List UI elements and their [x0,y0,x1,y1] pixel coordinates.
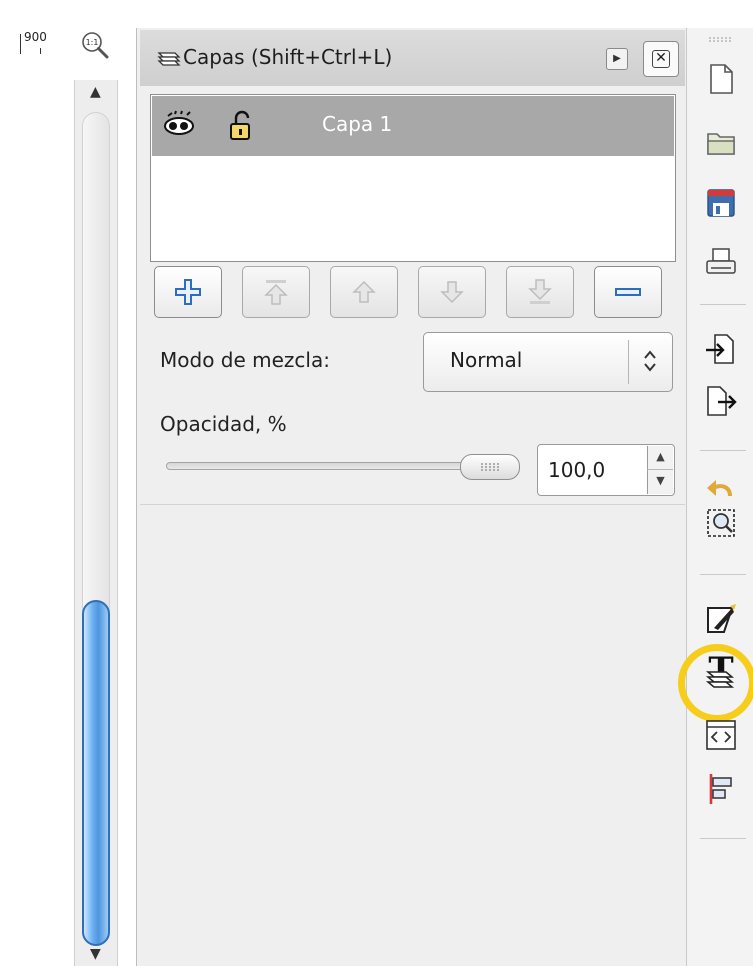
blend-mode-value[interactable]: Normal [450,348,522,372]
opacity-value[interactable]: 100,0 [548,458,605,482]
add-layer-button[interactable] [154,266,222,318]
remove-layer-button[interactable] [594,266,662,318]
scroll-down-arrow-icon[interactable]: ▼ [90,946,101,962]
toolbar-separator [700,304,746,305]
spin-down-icon[interactable]: ▼ [647,470,673,494]
spin-up-icon[interactable]: ▲ [647,446,673,470]
toolbar-separator [700,450,746,451]
select-divider [628,340,629,384]
xml-editor-icon[interactable] [702,716,740,754]
toolbar-separator [700,838,746,839]
play-icon: ▶ [613,53,621,64]
ruler-line [20,34,21,54]
opacity-label: Opacidad, % [160,412,287,436]
layers-icon [157,52,181,66]
new-document-icon[interactable] [702,60,740,98]
chevron-up-down-icon[interactable] [642,348,658,374]
arrow-down-icon [440,281,464,304]
toolbar-grip-icon[interactable] [708,36,732,42]
eye-icon[interactable] [162,110,198,138]
raise-to-top-icon [264,280,288,305]
lower-layer-button[interactable] [418,266,486,318]
zoom-label: 1:1 [86,38,99,47]
arrow-up-icon [352,280,376,303]
minus-icon [615,288,641,296]
layer-name: Capa 1 [322,112,393,136]
highlight-ring [678,644,753,722]
print-icon[interactable] [702,244,740,282]
slider-grip-icon [481,463,499,471]
import-icon[interactable] [702,330,740,368]
unlock-icon[interactable] [228,110,254,142]
blend-mode-label: Modo de mezcla: [160,348,330,372]
ruler-label: 900 [24,30,47,44]
panel-title: Capas (Shift+Ctrl+L) [183,45,393,69]
raise-layer-button[interactable] [330,266,398,318]
save-icon[interactable] [702,184,740,222]
raise-to-top-button[interactable] [242,266,310,318]
align-distribute-icon[interactable] [702,770,740,808]
close-icon[interactable]: ✕ [652,50,670,68]
export-icon[interactable] [702,382,740,420]
scrollbar-thumb[interactable] [82,600,110,946]
lower-to-bottom-button[interactable] [506,266,574,318]
fill-stroke-icon[interactable] [702,600,740,638]
scroll-up-arrow-icon[interactable]: ▲ [90,84,101,100]
panel-divider [140,504,685,505]
toolbar-separator [700,574,746,575]
zoom-1-1-icon[interactable]: 1:1 [80,30,110,60]
lower-to-bottom-icon [528,279,552,304]
panel-play-button[interactable]: ▶ [606,48,628,70]
ruler-tick [40,48,41,54]
open-folder-icon[interactable] [702,124,740,162]
plus-icon [175,279,201,305]
zoom-selection-icon[interactable] [702,504,740,542]
